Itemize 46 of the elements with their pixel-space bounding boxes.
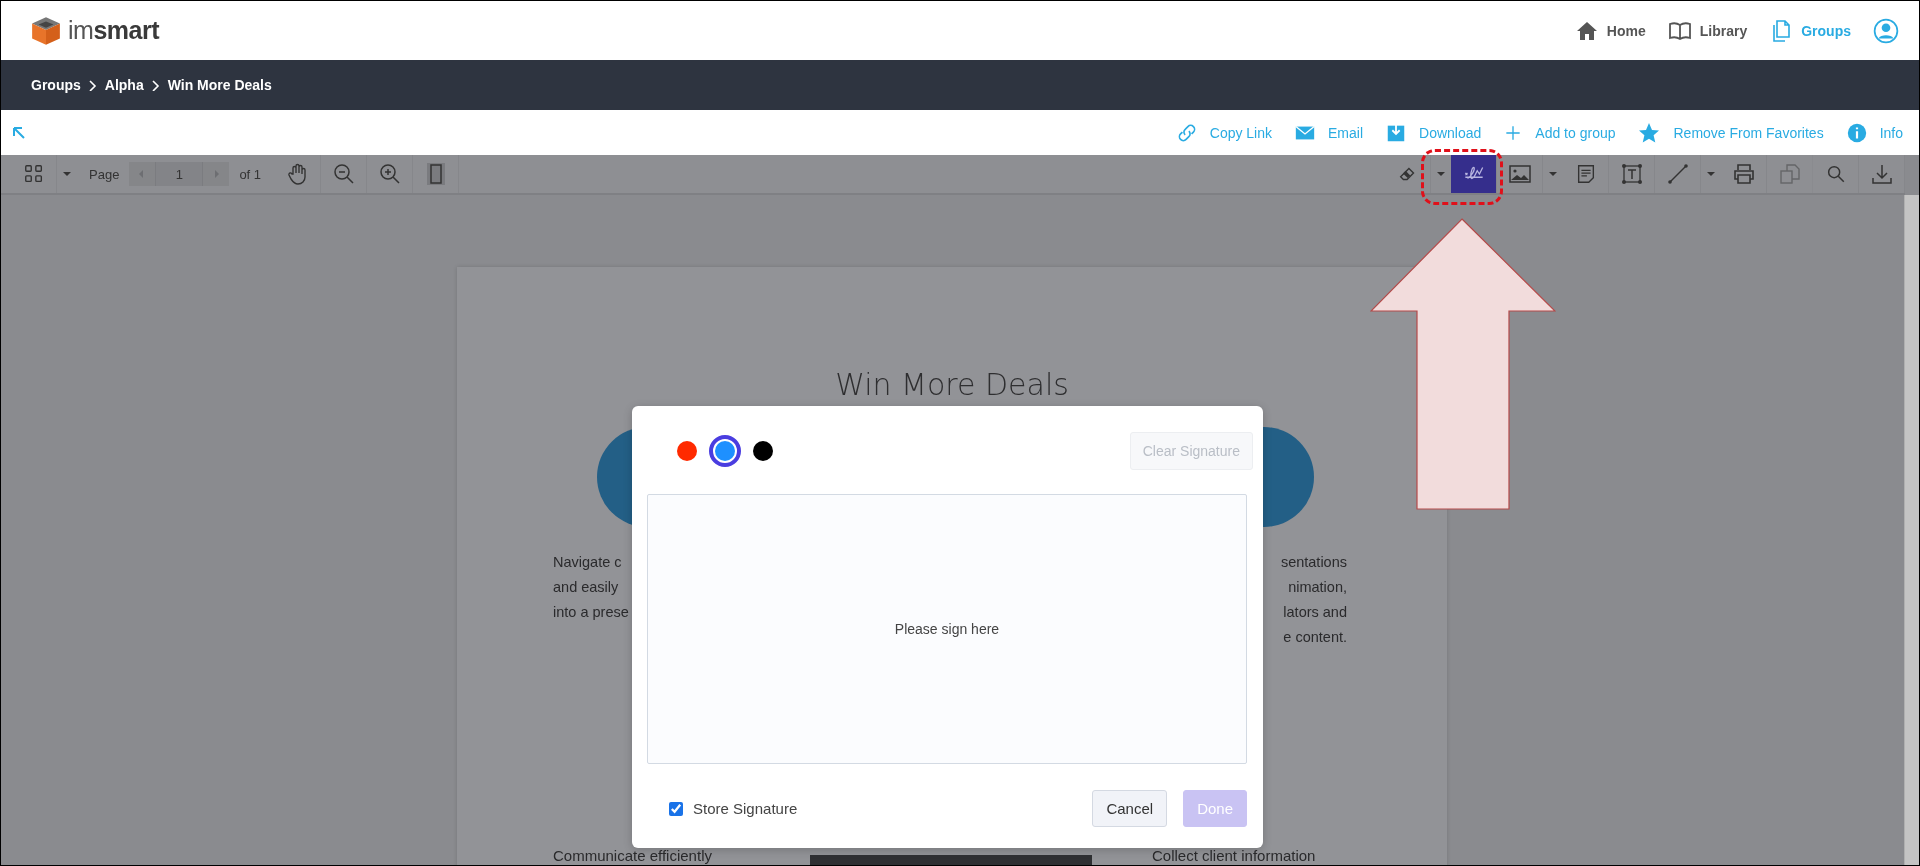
- download-icon: [1869, 162, 1894, 186]
- document-title: Win More Deals: [834, 367, 1070, 402]
- info-icon: [1845, 121, 1868, 144]
- action-link[interactable]: Copy Link: [1175, 121, 1273, 144]
- action-link[interactable]: Remove From Favorites: [1637, 120, 1824, 145]
- color-swatch[interactable]: [677, 441, 697, 461]
- caption-text: Communicate efficiently: [553, 847, 712, 864]
- signature-placeholder: Please sign here: [894, 621, 1000, 637]
- breadcrumb-link[interactable]: Groups: [31, 77, 81, 93]
- paragraph: sentations nimation, lators and e content.: [1280, 553, 1347, 647]
- page-count: of 1: [239, 166, 262, 182]
- nav-link[interactable]: Groups: [1769, 18, 1851, 43]
- breadcrumb-link[interactable]: Alpha: [104, 77, 144, 93]
- action-link[interactable]: Email: [1294, 121, 1364, 144]
- tool-button[interactable]: [1451, 155, 1497, 193]
- page-label: Page: [89, 166, 120, 182]
- cancel-button[interactable]: Cancel: [1092, 790, 1168, 827]
- signature-pad[interactable]: Please sign here: [647, 494, 1247, 764]
- user-avatar-icon[interactable]: [1873, 17, 1899, 44]
- caption-text: Collect client information: [1152, 847, 1316, 864]
- image-icon: [1507, 162, 1532, 186]
- checkbox-label: Store Signature: [693, 800, 798, 817]
- action-link[interactable]: Add to group: [1503, 122, 1616, 143]
- breadcrumb-link[interactable]: Win More Deals: [167, 77, 272, 93]
- logo-wordmark: imsmart: [68, 16, 159, 45]
- checkbox[interactable]: [669, 801, 683, 816]
- action-link[interactable]: Info: [1845, 121, 1903, 144]
- action-link[interactable]: Download: [1385, 121, 1482, 144]
- text-box-icon: [1619, 162, 1644, 186]
- copy-icon: [1777, 162, 1802, 186]
- color-swatch[interactable]: [709, 435, 741, 467]
- line-icon: [1665, 162, 1690, 186]
- logo-cube-icon: [30, 14, 62, 47]
- grid-icon: [22, 163, 45, 185]
- collapse-arrow-icon[interactable]: [11, 124, 27, 141]
- zoom-in-icon: [377, 162, 402, 186]
- nav-link[interactable]: Library: [1667, 18, 1748, 43]
- nav-link[interactable]: Home: [1574, 18, 1646, 43]
- chevron-icon: [149, 79, 162, 91]
- zoom-out-icon: [331, 162, 356, 186]
- scrollbar[interactable]: [1904, 195, 1919, 865]
- print-icon: [1731, 162, 1756, 186]
- paragraph: Navigate c and easily into a prese: [553, 553, 629, 622]
- chevron-icon: [86, 79, 99, 91]
- color-swatch[interactable]: [753, 441, 773, 461]
- page-number-field[interactable]: 1: [155, 162, 204, 186]
